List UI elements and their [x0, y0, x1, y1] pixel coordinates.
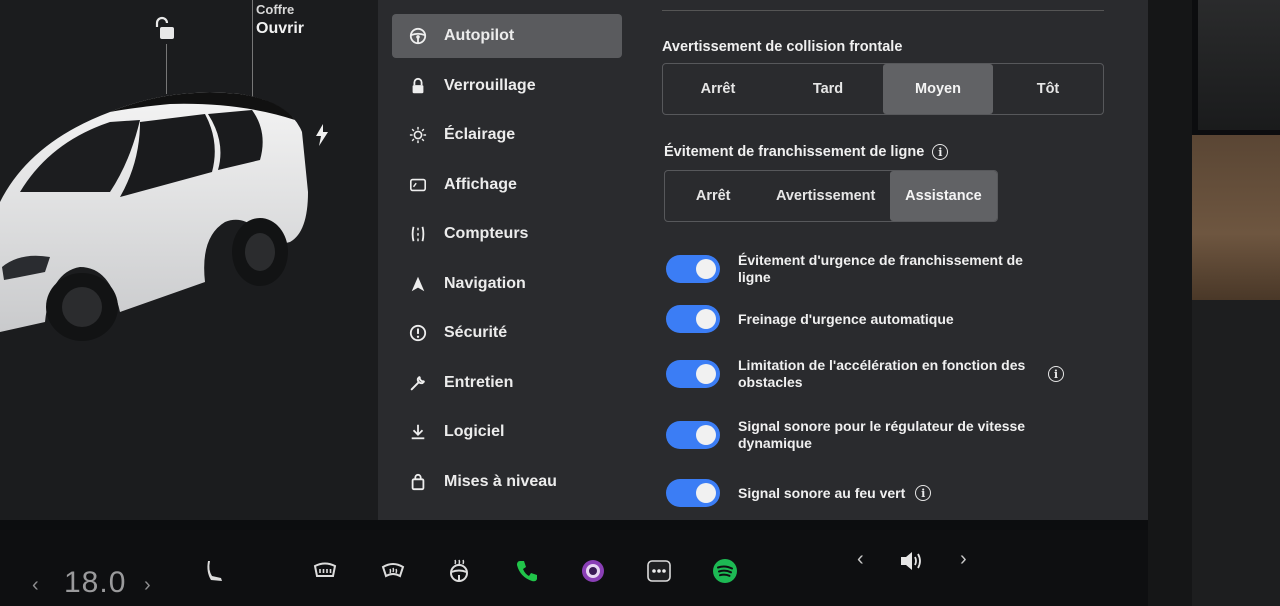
- menu-item-eclairage[interactable]: Éclairage: [392, 113, 622, 157]
- collision-warning-selector: Arrêt Tard Moyen Tôt: [662, 63, 1104, 115]
- cruise-chime-toggle[interactable]: [666, 421, 720, 449]
- menu-item-securite[interactable]: Sécurité: [392, 311, 622, 355]
- collision-option-tot[interactable]: Tôt: [993, 64, 1103, 114]
- menu-item-label: Navigation: [444, 274, 526, 292]
- toggle-knob: [696, 364, 716, 384]
- dashboard-wood-trim: [1192, 135, 1280, 300]
- menu-item-label: Affichage: [444, 175, 517, 193]
- menu-item-autopilot[interactable]: Autopilot: [392, 14, 622, 58]
- heated-steering-icon[interactable]: [444, 556, 474, 586]
- dashboard-lower: [1192, 300, 1280, 606]
- menu-item-affichage[interactable]: Affichage: [392, 163, 622, 207]
- menu-item-entretien[interactable]: Entretien: [392, 361, 622, 405]
- rear-defrost-icon[interactable]: [310, 556, 340, 586]
- toggle-row-cruise-chime: Signal sonore pour le régulateur de vite…: [666, 418, 1106, 452]
- toggle-knob: [696, 259, 716, 279]
- charge-port-bolt-icon[interactable]: [314, 124, 330, 146]
- divider: [662, 10, 1104, 11]
- lane-option-avertissement[interactable]: Avertissement: [761, 171, 890, 221]
- phone-icon[interactable]: [512, 556, 542, 586]
- front-defrost-icon[interactable]: [378, 556, 408, 586]
- trunk-label: Coffre: [256, 2, 295, 17]
- lock-icon: [408, 76, 428, 96]
- menu-item-label: Éclairage: [444, 126, 516, 143]
- info-icon[interactable]: i: [932, 144, 949, 160]
- obstacle-acceleration-toggle[interactable]: [666, 360, 720, 388]
- toggle-label: Limitation de l'accélération en fonction…: [738, 357, 1026, 390]
- toggle-knob: [696, 425, 716, 445]
- menu-item-mises-a-niveau[interactable]: Mises à niveau: [392, 460, 622, 504]
- collision-warning-title-text: Avertissement de collision frontale: [662, 39, 903, 55]
- toggle-label: Signal sonore pour le régulateur de vite…: [738, 418, 1026, 451]
- temperature-display: 18.0: [64, 566, 127, 599]
- wrench-icon: [408, 373, 428, 393]
- spotify-icon[interactable]: [710, 556, 740, 586]
- bottom-bar: [0, 530, 1148, 606]
- download-icon: [408, 422, 428, 442]
- trunk-open-button[interactable]: Ouvrir: [256, 20, 304, 38]
- car-model-image: [0, 92, 308, 341]
- alert-circle-icon: [408, 323, 428, 343]
- collision-option-arret[interactable]: Arrêt: [663, 64, 773, 114]
- menu-item-compteurs[interactable]: Compteurs: [392, 212, 622, 256]
- toggle-row-emergency-braking: Freinage d'urgence automatique: [666, 305, 1106, 333]
- volume-up-arrow-icon[interactable]: ›: [960, 548, 967, 571]
- more-icon[interactable]: [644, 556, 674, 586]
- volume-icon[interactable]: [896, 546, 926, 576]
- green-light-chime-toggle[interactable]: [666, 479, 720, 507]
- toggle-label: Freinage d'urgence automatique: [738, 310, 954, 327]
- menu-item-logiciel[interactable]: Logiciel: [392, 410, 622, 454]
- lane-departure-selector: Arrêt Avertissement Assistance: [664, 170, 998, 222]
- menu-item-label: Compteurs: [444, 225, 529, 242]
- steering-wheel-icon: [408, 26, 428, 46]
- shopping-bag-icon: [408, 472, 428, 492]
- menu-item-label: Autopilot: [444, 27, 515, 44]
- menu-item-label: Sécurité: [444, 324, 508, 341]
- collision-option-moyen[interactable]: Moyen: [883, 64, 993, 114]
- menu-item-label: Mises à niveau: [444, 472, 557, 490]
- toggle-knob: [696, 483, 716, 503]
- toggle-row-obstacle-acceleration: Limitation de l'accélération en fonction…: [666, 357, 1106, 391]
- car-view[interactable]: Coffre Ouvrir: [0, 0, 378, 520]
- settings-panel: Autopilot Verrouillage Éclairage Afficha…: [378, 0, 1148, 520]
- collision-option-tard[interactable]: Tard: [773, 64, 883, 114]
- toggle-knob: [696, 309, 716, 329]
- temp-up-arrow-icon[interactable]: ›: [144, 574, 151, 597]
- info-icon[interactable]: i: [915, 485, 932, 501]
- collision-warning-title: Avertissement de collision frontale: [662, 39, 902, 55]
- emergency-lane-toggle[interactable]: [666, 255, 720, 283]
- menu-item-navigation[interactable]: Navigation: [392, 262, 622, 306]
- road-icon: [408, 224, 428, 244]
- temp-down-arrow-icon[interactable]: ‹: [32, 574, 39, 597]
- info-icon[interactable]: i: [1048, 366, 1064, 382]
- seat-icon[interactable]: [200, 556, 230, 586]
- lane-departure-title-text: Évitement de franchissement de ligne: [664, 144, 925, 160]
- dashboard-top: [1198, 0, 1280, 130]
- toggle-row-green-light-chime: Signal sonore au feu vert i: [666, 479, 1106, 507]
- camera-icon[interactable]: [578, 556, 608, 586]
- emergency-braking-toggle[interactable]: [666, 305, 720, 333]
- toggle-label: Signal sonore au feu vert: [738, 484, 906, 501]
- lane-option-assistance[interactable]: Assistance: [889, 171, 997, 221]
- lane-option-arret[interactable]: Arrêt: [665, 171, 761, 221]
- screen-bezel: [1148, 0, 1192, 606]
- lane-departure-title: Évitement de franchissement de ligne i: [664, 144, 949, 160]
- menu-item-label: Verrouillage: [444, 76, 536, 94]
- menu-item-verrouillage[interactable]: Verrouillage: [392, 64, 622, 108]
- toggle-label: Évitement d'urgence de franchissement de…: [738, 252, 1023, 285]
- settings-menu: Autopilot Verrouillage Éclairage Afficha…: [392, 14, 622, 509]
- toggle-row-emergency-lane: Évitement d'urgence de franchissement de…: [666, 252, 1106, 286]
- unlock-icon[interactable]: [152, 16, 176, 42]
- menu-item-label: Entretien: [444, 373, 514, 391]
- sun-icon: [408, 125, 428, 145]
- display-icon: [408, 175, 428, 195]
- navigation-arrow-icon: [408, 274, 428, 294]
- menu-item-label: Logiciel: [444, 423, 505, 440]
- volume-down-arrow-icon[interactable]: ‹: [857, 548, 864, 571]
